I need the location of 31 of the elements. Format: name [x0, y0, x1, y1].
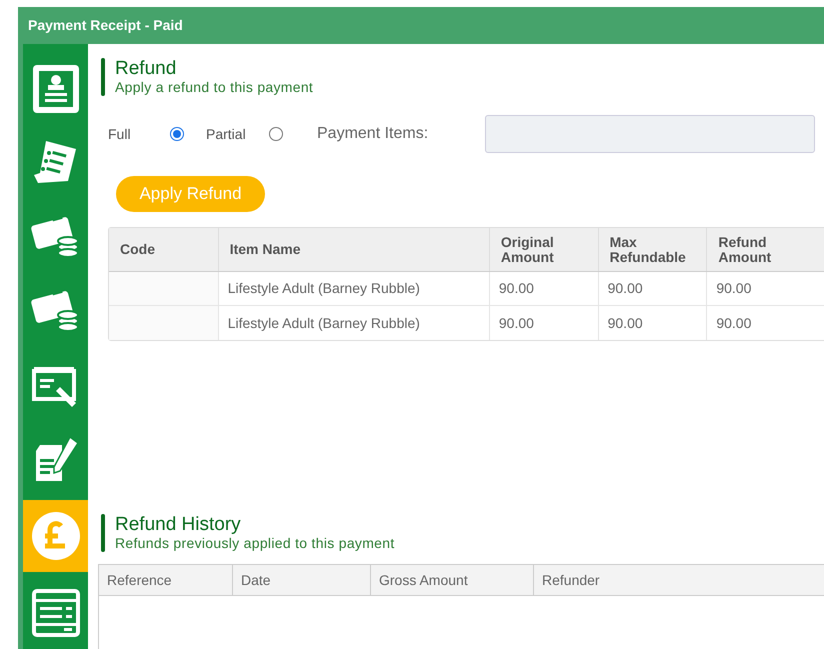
section-subtitle: Refunds previously applied to this payment [115, 535, 395, 552]
table-cell: 90.00 [598, 272, 708, 305]
column-header: Gross Amount [371, 565, 534, 595]
table-cell: 90.00 [598, 306, 708, 340]
option-label: Full [108, 124, 132, 144]
column-header: Item Name [218, 228, 490, 271]
window-title: Payment Receipt - Paid [28, 16, 183, 35]
column-header: Code [109, 228, 219, 271]
radio-button[interactable] [269, 127, 283, 141]
section-title: Refund History [115, 514, 242, 535]
table-cell: 90.00 [490, 306, 599, 340]
payment-items-field[interactable] [485, 115, 815, 153]
table-cell: Lifestyle Adult (Barney Rubble) [218, 306, 490, 340]
column-header: Refund Amount [707, 228, 824, 271]
section-title: Refund [115, 58, 178, 79]
section-subtitle: Apply a refund to this payment [115, 79, 314, 96]
table-cell: 90.00 [707, 306, 824, 340]
column-header: Reference [99, 565, 233, 595]
field-label: Payment Items: [317, 124, 430, 144]
column-header: Max Refundable [598, 228, 708, 271]
pound-coin-icon [30, 510, 82, 562]
option-label: Partial [206, 124, 247, 144]
apply-refund-button[interactable]: Apply Refund [116, 176, 265, 212]
column-header: Refunder [541, 570, 601, 590]
column-header: Date [233, 565, 371, 595]
column-header: Original Amount [490, 228, 599, 271]
table-cell: Lifestyle Adult (Barney Rubble) [218, 272, 490, 305]
table-cell: 90.00 [490, 272, 599, 305]
radio-button[interactable] [170, 127, 184, 141]
form-icon [30, 587, 82, 639]
table-cell: 90.00 [707, 272, 824, 305]
